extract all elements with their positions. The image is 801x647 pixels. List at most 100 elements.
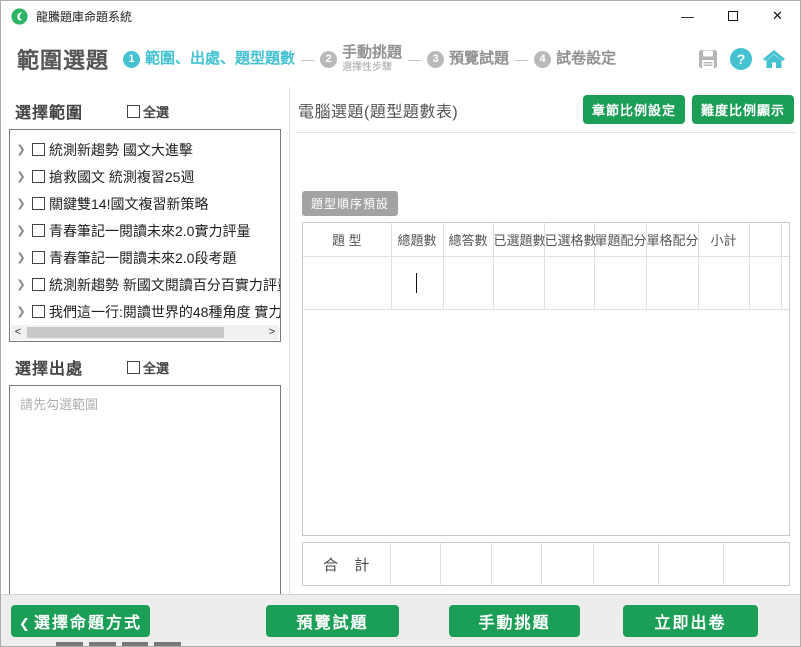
generate-paper-button[interactable]: 立即出卷 (623, 605, 758, 637)
source-select-all[interactable]: 全選 (127, 358, 169, 377)
back-chevron-icon: ❮ (19, 616, 30, 631)
range-section-head: 選擇範圍 全選 (15, 99, 281, 123)
footer: ❮選擇命題方式 預覽試題 手動挑題 立即出卷 (1, 594, 800, 646)
total-cell (593, 543, 658, 585)
table-cell[interactable] (303, 256, 391, 309)
total-cell (658, 543, 723, 585)
expand-chevron-icon[interactable]: ❯ (14, 143, 28, 156)
window-title: 龍騰題庫命題系統 (36, 8, 132, 25)
back-to-method-button[interactable]: ❮選擇命題方式 (11, 605, 150, 637)
step-label: 手動挑題 (342, 45, 402, 62)
close-button[interactable]: ✕ (755, 1, 800, 31)
column-header: 題 型 (303, 223, 391, 256)
difficulty-ratio-button[interactable]: 難度比例顯示 (692, 95, 794, 124)
tree-item[interactable]: ❯青春筆記一閱讀未來2.0實力評量 (14, 217, 280, 244)
step-number-icon: 3 (427, 51, 444, 68)
table-header-row: 題 型總題數總答數已選題數已選格數單題配分單格配分小計 (303, 223, 789, 256)
table-cell[interactable] (544, 256, 594, 309)
scrollbar-thumb[interactable] (27, 327, 224, 338)
save-icon (697, 48, 719, 70)
tree-item-checkbox[interactable] (32, 305, 45, 318)
panel-divider (296, 132, 796, 133)
table-cell[interactable] (781, 256, 789, 309)
titlebar: 龍騰題庫命題系統 — ✕ (1, 1, 800, 31)
expand-chevron-icon[interactable]: ❯ (14, 197, 28, 210)
column-header (749, 223, 781, 256)
computer-select-title: 電腦選題(題型題數表) (298, 98, 458, 122)
tree-item-checkbox[interactable] (32, 278, 45, 291)
expand-chevron-icon[interactable]: ❯ (14, 305, 28, 318)
expand-chevron-icon[interactable]: ❯ (14, 224, 28, 237)
table-cell[interactable] (698, 256, 749, 309)
app-window: 龍騰題庫命題系統 — ✕ 範圍選題 1範圍、出處、題型題數 — 2手動挑題選擇性步驟… (0, 0, 801, 647)
expand-chevron-icon[interactable]: ❯ (14, 170, 28, 183)
column-header: 已選題數 (493, 223, 544, 256)
chapter-ratio-button[interactable]: 章節比例設定 (583, 95, 685, 124)
source-select-all-label: 全選 (143, 358, 169, 377)
tree-item[interactable]: ❯ 統測新趨勢 新國文閱讀百分百實力評量 (14, 271, 280, 298)
range-tree-box: ❯統測新趨勢 國文大進擊❯搶救國文 統測複習25週❯關鍵雙14!國文複習新策略❯… (9, 129, 281, 342)
minimize-button[interactable]: — (665, 1, 710, 31)
range-select-all-checkbox[interactable] (127, 105, 140, 118)
column-header (781, 223, 789, 256)
column-header: 已選格數 (544, 223, 594, 256)
tree-item[interactable]: ❯我們這一行:閱讀世界的48種角度 實力評量 (14, 298, 280, 325)
tree-item-checkbox[interactable] (32, 170, 45, 183)
step-3[interactable]: 3 預覽試題 (427, 51, 509, 68)
tree-item[interactable]: ❯ 青春筆記一閱讀未來2.0段考題 (14, 244, 280, 271)
step-label: 預覽試題 (449, 51, 509, 68)
total-cell (491, 543, 541, 585)
tree-item-checkbox[interactable] (32, 251, 45, 264)
help-button[interactable]: ? (729, 47, 753, 71)
step-label: 範圍、出處、題型題數 (145, 51, 295, 68)
preview-questions-button[interactable]: 預覽試題 (266, 605, 399, 637)
range-tree: ❯統測新趨勢 國文大進擊❯搶救國文 統測複習25週❯關鍵雙14!國文複習新策略❯… (10, 130, 280, 325)
scroll-right-icon[interactable]: > (265, 325, 279, 340)
source-section-head: 選擇出處 全選 (15, 355, 281, 379)
left-panel: 選擇範圍 全選 ❯統測新趨勢 國文大進擊❯搶救國文 統測複習25週❯關鍵雙14!… (1, 87, 290, 597)
total-label: 合 計 (303, 543, 390, 585)
manual-pick-button[interactable]: 手動挑題 (449, 605, 580, 637)
step-2[interactable]: 2手動挑題選擇性步驟 (320, 45, 402, 73)
app-logo-icon (11, 8, 28, 25)
range-select-all[interactable]: 全選 (127, 102, 169, 121)
table-cell[interactable] (749, 256, 781, 309)
tree-item-checkbox[interactable] (32, 197, 45, 210)
panel-head: 電腦選題(題型題數表) 章節比例設定 難度比例顯示 (296, 93, 796, 132)
expand-chevron-icon[interactable]: ❯ (14, 278, 28, 291)
table-cell[interactable] (391, 256, 443, 309)
tree-item-label: 統測新趨勢 國文大進擊 (49, 140, 193, 160)
scrollbar-track[interactable] (25, 325, 265, 340)
source-select-all-checkbox[interactable] (127, 361, 140, 374)
expand-chevron-icon[interactable]: ❯ (14, 251, 28, 264)
page-title: 範圍選題 (17, 43, 109, 75)
horizontal-scrollbar[interactable]: < > (11, 325, 279, 340)
table-cell[interactable] (493, 256, 544, 309)
tree-item-label: 青春筆記一閱讀未來2.0段考題 (49, 248, 236, 268)
step-dash: — (408, 52, 421, 67)
maximize-button[interactable] (710, 1, 755, 31)
total-cell (390, 543, 440, 585)
tree-item-checkbox[interactable] (32, 224, 45, 237)
header: 範圍選題 1範圍、出處、題型題數—2手動挑題選擇性步驟—3預覽試題—4試卷設定 … (1, 31, 800, 87)
step-4[interactable]: 4試卷設定 (534, 51, 616, 68)
tree-item-checkbox[interactable] (32, 143, 45, 156)
text-caret (416, 273, 418, 293)
table-cell[interactable] (646, 256, 698, 309)
type-order-button[interactable]: 題型順序預設 (302, 191, 398, 216)
tree-item[interactable]: ❯ 關鍵雙14!國文複習新策略 (14, 190, 280, 217)
column-header: 小計 (698, 223, 749, 256)
table-cell[interactable] (594, 256, 646, 309)
tree-item-label: 統測新趨勢 新國文閱讀百分百實力評量 (49, 275, 281, 295)
scroll-left-icon[interactable]: < (11, 325, 25, 340)
home-button[interactable] (762, 47, 786, 71)
tree-item[interactable]: ❯ 統測新趨勢 國文大進擊 (14, 136, 280, 163)
home-icon (762, 48, 786, 70)
save-button[interactable] (696, 47, 720, 71)
source-list-box: 請先勾選範圍 (9, 385, 281, 597)
table-cell[interactable] (443, 256, 493, 309)
step-1[interactable]: 1範圍、出處、題型題數 (123, 51, 295, 68)
tree-item-label: 關鍵雙14!國文複習新策略 (49, 194, 208, 214)
taskbar-peek (56, 642, 181, 646)
tree-item[interactable]: ❯搶救國文 統測複習25週 (14, 163, 280, 190)
